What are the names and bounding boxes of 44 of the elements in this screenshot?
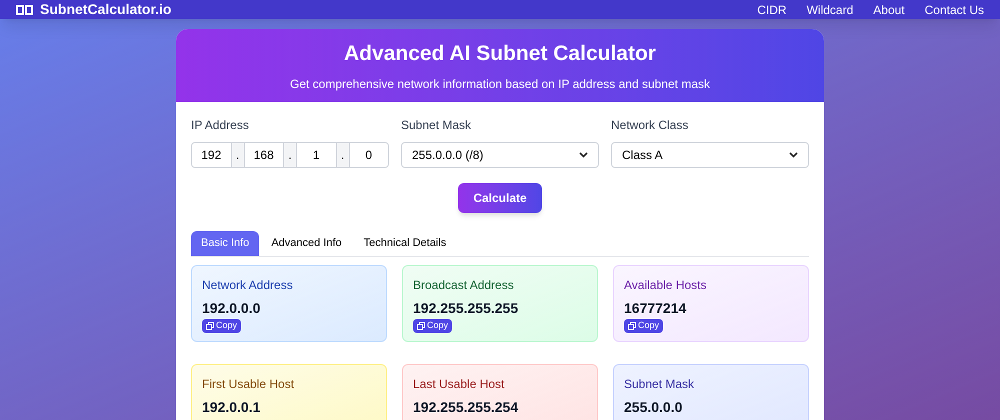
copy-icon: [206, 322, 214, 330]
tab[interactable]: Advanced Info: [261, 231, 352, 256]
nav-link[interactable]: About: [873, 0, 905, 18]
octet-separator: .: [284, 142, 296, 168]
page-title: Advanced AI Subnet Calculator: [344, 40, 656, 67]
octet-input-field[interactable]: 1: [296, 142, 336, 168]
field-label: IP Address: [191, 117, 250, 134]
card-title: Last Usable Host: [413, 376, 506, 393]
card-title: Available Hosts: [624, 277, 708, 294]
octet-input-field[interactable]: 192: [191, 142, 232, 168]
brand-name[interactable]: SubnetCalculator.io: [40, 0, 172, 20]
copy-button[interactable]: Copy: [202, 319, 242, 333]
network-class-dropdown[interactable]: Class A: [611, 142, 809, 168]
octet-input-field[interactable]: 168: [244, 142, 284, 168]
copy-button[interactable]: Copy: [413, 319, 452, 333]
subnet-mask-dropdown[interactable]: 255.0.0.0 (/8): [401, 142, 599, 168]
page-subtitle: Get comprehensive network information based on IP address and subnet mask: [290, 76, 710, 94]
card-value: 192.255.255.255: [413, 299, 520, 317]
octet-input-field[interactable]: 0: [348, 142, 389, 168]
tab[interactable]: Technical Details: [354, 231, 456, 256]
octet-separator: .: [336, 142, 348, 168]
nav-link[interactable]: Wildcard: [806, 0, 854, 18]
card-title: Subnet Mask: [624, 376, 696, 393]
copy-button[interactable]: Copy: [624, 319, 664, 333]
card-title: Broadcast Address: [413, 277, 515, 294]
calculate-button[interactable]: Calculate: [458, 183, 542, 213]
copy-icon: [628, 322, 636, 330]
grid-logo-icon: [16, 4, 34, 14]
copy-icon: [417, 322, 425, 330]
card-value: 192.0.0.0: [202, 299, 262, 317]
card-title: First Usable Host: [202, 376, 296, 393]
card-title: Network Address: [202, 277, 294, 294]
chevron-down-icon: [789, 152, 798, 158]
octet-separator: .: [232, 142, 244, 168]
card-value: 192.0.0.1: [202, 398, 262, 416]
field-label: Network Class: [611, 117, 690, 134]
chevron-down-icon: [579, 152, 588, 158]
card-value: 16777214: [624, 299, 688, 317]
nav-link[interactable]: CIDR: [757, 0, 787, 18]
field-label: Subnet Mask: [401, 117, 472, 134]
card-value: 192.255.255.254: [413, 398, 520, 416]
nav-link[interactable]: Contact Us: [924, 0, 984, 18]
tab[interactable]: Basic Info: [191, 231, 260, 256]
card-value: 255.0.0.0: [624, 398, 684, 416]
